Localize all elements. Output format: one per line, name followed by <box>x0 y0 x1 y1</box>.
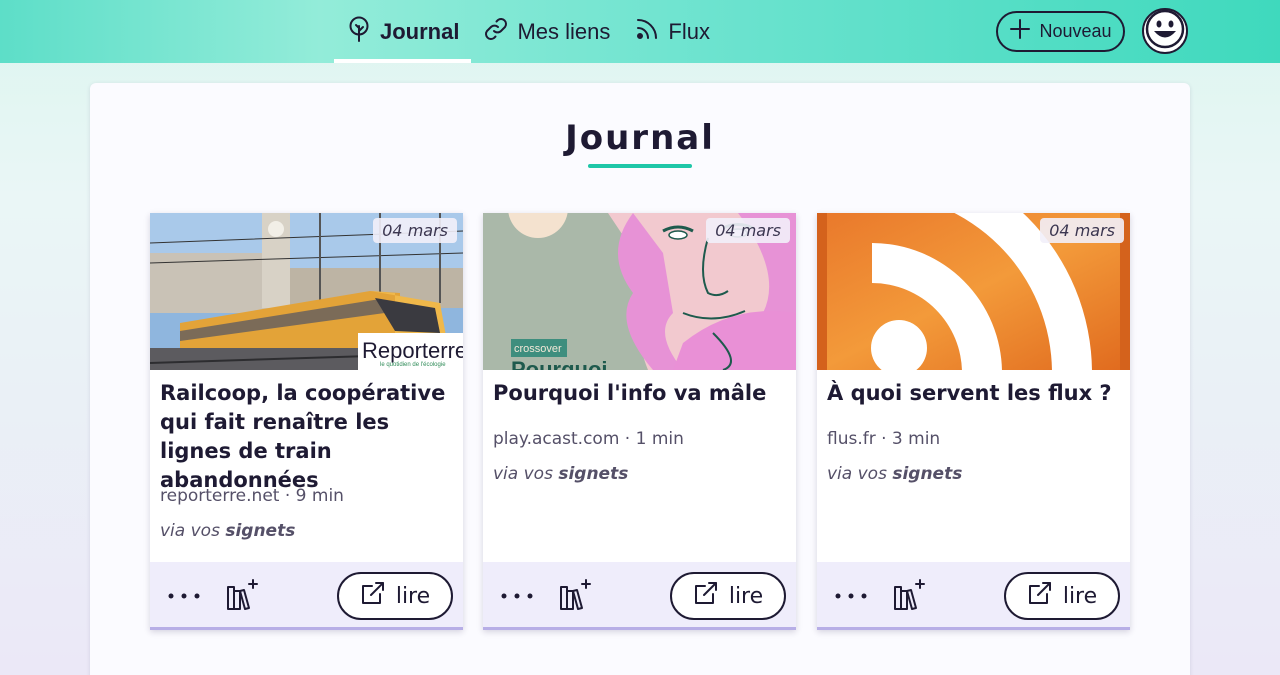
via-prefix: via vos <box>493 464 553 484</box>
reporterre-logo-tagline: le quotidien de l'écologie <box>380 362 446 368</box>
card-via: via vos signets <box>493 464 628 484</box>
card-title[interactable]: Railcoop, la coopérative qui fait renaît… <box>160 379 455 495</box>
books-plus-icon <box>890 579 926 617</box>
card-title[interactable]: Pourquoi l'info va mâle <box>493 379 788 408</box>
nav-item-mes-liens[interactable]: Mes liens <box>471 0 622 63</box>
read-button[interactable]: lire <box>337 572 453 620</box>
nav-item-journal[interactable]: Journal <box>334 0 472 63</box>
date-badge: 04 mars <box>373 218 457 243</box>
card-via: via vos signets <box>827 464 962 484</box>
external-link-icon <box>693 580 719 612</box>
ellipsis-icon <box>834 585 868 604</box>
podcast-caption: Pourquoi <box>511 357 608 370</box>
reporterre-logo-text: Reporterre <box>362 338 463 363</box>
nav-item-label: Journal <box>380 18 460 44</box>
nav-item-label: Flux <box>668 18 710 44</box>
top-header: Journal Mes liens Flux Nouveau <box>0 0 1280 63</box>
article-card: Reporterre le quotidien de l'écologie 04… <box>150 213 463 630</box>
more-actions-button[interactable] <box>831 579 871 609</box>
read-button[interactable]: lire <box>670 572 786 620</box>
article-card: 04 mars À quoi servent les flux ? flus.f… <box>817 213 1130 630</box>
add-to-collection-button[interactable] <box>223 577 259 613</box>
read-button-label: lire <box>728 583 764 609</box>
rss-icon <box>634 16 660 48</box>
new-button[interactable]: Nouveau <box>996 11 1125 52</box>
ellipsis-icon <box>500 585 534 604</box>
nav-item-flux[interactable]: Flux <box>622 0 722 63</box>
main-nav: Journal Mes liens Flux <box>334 0 722 63</box>
external-link-icon <box>360 580 386 612</box>
avatar[interactable] <box>1142 8 1188 54</box>
via-source: signets <box>558 464 629 484</box>
card-footer: lire <box>483 562 796 627</box>
card-image[interactable]: 04 mars <box>817 213 1130 370</box>
more-actions-button[interactable] <box>497 579 537 609</box>
via-prefix: via vos <box>827 464 887 484</box>
card-via: via vos signets <box>160 521 295 541</box>
card-image[interactable]: crossover Pourquoi 04 mars <box>483 213 796 370</box>
card-image[interactable]: Reporterre le quotidien de l'écologie 04… <box>150 213 463 370</box>
sprout-icon <box>346 16 372 48</box>
title-underline <box>588 164 692 168</box>
plus-icon <box>1009 18 1031 45</box>
read-button[interactable]: lire <box>1004 572 1120 620</box>
add-to-collection-button[interactable] <box>556 577 592 613</box>
link-icon <box>483 16 509 48</box>
article-card: crossover Pourquoi 04 mars Pourquoi l'in… <box>483 213 796 630</box>
date-badge: 04 mars <box>706 218 790 243</box>
read-button-label: lire <box>1062 583 1098 609</box>
via-source: signets <box>892 464 963 484</box>
card-title[interactable]: À quoi servent les flux ? <box>827 379 1122 408</box>
card-meta: reporterre.net · 9 min <box>160 486 344 506</box>
more-actions-button[interactable] <box>164 579 204 609</box>
smiley-avatar-icon <box>1144 8 1186 54</box>
via-prefix: via vos <box>160 521 220 541</box>
crossover-tag: crossover <box>514 343 562 355</box>
books-plus-icon <box>223 579 259 617</box>
add-to-collection-button[interactable] <box>890 577 926 613</box>
page-title: Journal <box>565 118 715 158</box>
card-meta: flus.fr · 3 min <box>827 429 941 449</box>
nav-item-label: Mes liens <box>517 18 611 44</box>
books-plus-icon <box>556 579 592 617</box>
via-source: signets <box>225 521 296 541</box>
read-button-label: lire <box>395 583 431 609</box>
external-link-icon <box>1027 580 1053 612</box>
new-button-label: Nouveau <box>1039 21 1112 41</box>
card-footer: lire <box>150 562 463 627</box>
date-badge: 04 mars <box>1040 218 1124 243</box>
ellipsis-icon <box>167 585 201 604</box>
card-footer: lire <box>817 562 1130 627</box>
card-meta: play.acast.com · 1 min <box>493 429 684 449</box>
